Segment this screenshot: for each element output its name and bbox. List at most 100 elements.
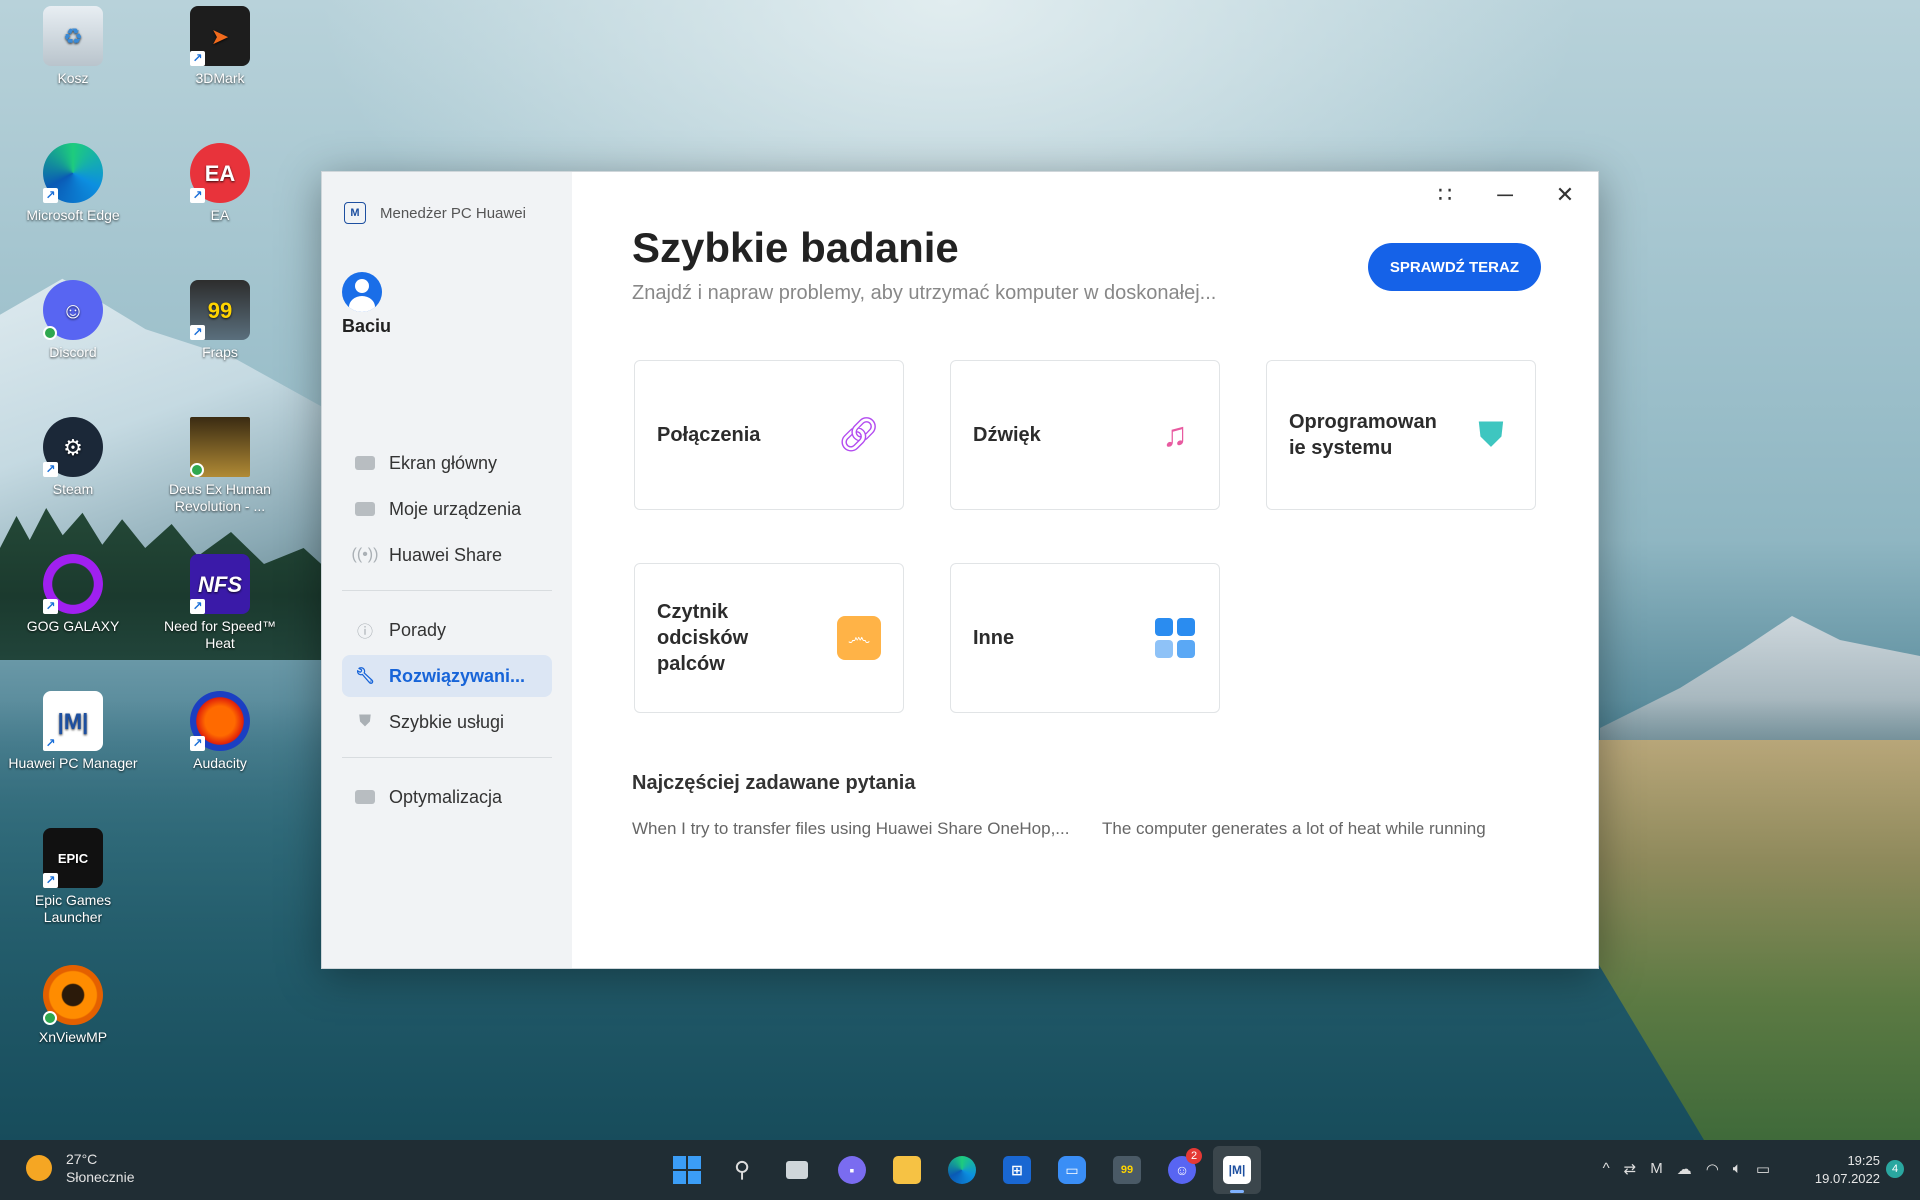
card-system-software[interactable]: Oprogramowan ie systemu ⛊ — [1266, 360, 1536, 510]
desktop-icon-fraps[interactable]: 99 ↗ Fraps — [154, 280, 286, 361]
desktop-icon-xnview[interactable]: XnViewMP — [7, 965, 139, 1046]
sidebar-item-optimization[interactable]: Optymalizacja — [342, 776, 552, 818]
message-icon: ▭ — [1058, 1156, 1086, 1184]
share-waves-icon: ((•)) — [351, 546, 379, 563]
desktop-icon-discord[interactable]: ☺ Discord — [7, 280, 139, 361]
desktop-icon-deus-ex[interactable]: Deus Ex Human Revolution - ... — [154, 417, 286, 515]
weather-desc: Słonecznie — [66, 1169, 135, 1185]
taskbar-apps: ⚲ ▪ ⊞ ▭ 99 ☺ 2 |M| — [663, 1146, 1261, 1194]
faq-link[interactable]: When I try to transfer files using Huawe… — [632, 819, 1069, 839]
desktop-icon-steam[interactable]: ⚙ ↗ Steam — [7, 417, 139, 498]
card-label: Czytnik odcisków palców — [657, 601, 749, 675]
nav-divider — [342, 757, 552, 758]
desktop-icon-gog[interactable]: ↗ GOG GALAXY — [7, 554, 139, 635]
wifi-icon[interactable]: ◠ — [1706, 1160, 1719, 1178]
gog-galaxy-icon: ↗ — [43, 554, 103, 614]
fraps-icon: 99 — [1113, 1156, 1141, 1184]
taskbar-task-view[interactable] — [773, 1146, 821, 1194]
cloud-icon[interactable]: ☁ — [1677, 1160, 1692, 1178]
taskbar-search[interactable]: ⚲ — [718, 1146, 766, 1194]
nav-main: Ekran główny Moje urządzenia ((•)) Huawe… — [342, 442, 552, 822]
sidebar-item-troubleshooting[interactable]: 🔧︎ Rozwiązywani... — [342, 655, 552, 697]
card-label: Dźwięk — [973, 424, 1041, 446]
desktop-icon-huawei-pc-manager[interactable]: |M| ↗ Huawei PC Manager — [7, 691, 139, 772]
minimize-button[interactable]: ─ — [1490, 182, 1520, 208]
card-sound[interactable]: Dźwięk ♫ — [950, 360, 1220, 510]
close-button[interactable]: ✕ — [1550, 182, 1580, 208]
sidebar-item-label: Moje urządzenia — [389, 498, 522, 519]
xnview-icon — [43, 965, 103, 1025]
taskbar-fraps[interactable]: 99 — [1103, 1146, 1151, 1194]
devices-icon — [355, 499, 375, 519]
card-label: Połączenia — [657, 424, 761, 446]
sidebar-item-label: Ekran główny — [389, 452, 498, 473]
notification-badge[interactable]: 4 — [1886, 1160, 1904, 1178]
faq-link[interactable]: The computer generates a lot of heat whi… — [1102, 819, 1486, 839]
desktop-icon-ea[interactable]: EA ↗ EA — [154, 143, 286, 224]
main-content: ∷ ─ ✕ Szybkie badanie Znajdź i napraw pr… — [572, 172, 1598, 968]
sidebar-item-label: Szybkie usługi — [389, 711, 505, 732]
clock[interactable]: 19:25 19.07.2022 — [1815, 1152, 1880, 1188]
grid-apps-icon — [1153, 616, 1197, 660]
desktop-icon-recycle-bin[interactable]: ♻ Kosz — [7, 6, 139, 87]
huawei-tray-icon[interactable]: M — [1650, 1160, 1663, 1178]
desktop-icon-label: GOG GALAXY — [26, 618, 120, 634]
chevron-up-icon[interactable]: ^ — [1603, 1160, 1610, 1178]
steam-icon: ⚙ ↗ — [43, 417, 103, 477]
card-other[interactable]: Inne — [950, 563, 1220, 713]
ea-icon: EA ↗ — [190, 143, 250, 203]
shield-check-icon: ⛊ — [1478, 415, 1504, 454]
sidebar-item-label: Rozwiązywani... — [389, 665, 526, 686]
taskbar-store[interactable]: ⊞ — [993, 1146, 1041, 1194]
battery-icon[interactable]: ▭ — [1756, 1160, 1770, 1178]
drag-handle-icon[interactable]: ∷ — [1430, 182, 1460, 208]
avatar[interactable] — [342, 272, 382, 312]
taskbar-explorer[interactable] — [883, 1146, 931, 1194]
desktop-icon-label: EA — [210, 207, 230, 223]
desktop-icon-label: XnViewMP — [38, 1029, 108, 1045]
username[interactable]: Baciu — [342, 316, 391, 337]
sliders-icon[interactable]: ⇄ — [1624, 1160, 1637, 1178]
sidebar-item-huawei-share[interactable]: ((•)) Huawei Share — [342, 534, 552, 576]
taskbar-app-blue[interactable]: ▭ — [1048, 1146, 1096, 1194]
desktop-icon-audacity[interactable]: ↗ Audacity — [154, 691, 286, 772]
audacity-icon: ↗ — [190, 691, 250, 751]
discord-badge: 2 — [1186, 1148, 1202, 1164]
desktop-icon-3dmark[interactable]: ➤ ↗ 3DMark — [154, 6, 286, 87]
desktop-icon-label: Microsoft Edge — [26, 207, 120, 223]
desktop-icon-edge[interactable]: ↗ Microsoft Edge — [7, 143, 139, 224]
desktop-icon-label: Discord — [49, 344, 97, 360]
taskbar-discord[interactable]: ☺ 2 — [1158, 1146, 1206, 1194]
search-icon: ⚲ — [733, 1157, 751, 1182]
desktop-icon-epic-games[interactable]: EPIC ↗ Epic Games Launcher — [7, 828, 139, 926]
wrench-icon: 🔧︎ — [354, 668, 376, 685]
start-button[interactable] — [663, 1146, 711, 1194]
taskbar-chat[interactable]: ▪ — [828, 1146, 876, 1194]
card-fingerprint-reader[interactable]: Czytnik odcisków palców ෴ — [634, 563, 904, 713]
nfs-icon: NFS ↗ — [190, 554, 250, 614]
check-now-button[interactable]: SPRAWDŹ TERAZ — [1367, 243, 1541, 291]
card-connections[interactable]: Połączenia 🔗︎ — [634, 360, 904, 510]
sidebar-item-my-devices[interactable]: Moje urządzenia — [342, 488, 552, 530]
sidebar-item-label: Porady — [389, 619, 447, 640]
desktop-icon-label: Need for Speed™ Heat — [163, 618, 277, 651]
store-icon: ⊞ — [1003, 1156, 1031, 1184]
app-title-text: Menedżer PC Huawei — [380, 204, 526, 222]
desktop-icon-label: Epic Games Launcher — [34, 892, 112, 925]
epic-games-icon: EPIC ↗ — [43, 828, 103, 888]
sidebar-item-home[interactable]: Ekran główny — [342, 442, 552, 484]
window-controls: ∷ ─ ✕ — [1430, 182, 1580, 208]
clock-date: 19.07.2022 — [1814, 1171, 1880, 1186]
sidebar-item-tips[interactable]: ⓘ Porady — [342, 609, 552, 651]
info-icon: ⓘ — [356, 624, 373, 641]
discord-icon: ☺ — [43, 280, 103, 340]
app-logo-icon: M — [344, 202, 366, 224]
sidebar-item-quick-services[interactable]: ⛊ Szybkie usługi — [342, 701, 552, 743]
desktop-icon-nfs[interactable]: NFS ↗ Need for Speed™ Heat — [154, 554, 286, 652]
volume-icon[interactable]: 🔈︎ — [1733, 1160, 1742, 1178]
taskbar-edge[interactable] — [938, 1146, 986, 1194]
desktop-icon-label: Audacity — [193, 755, 247, 771]
fraps-icon: 99 ↗ — [190, 280, 250, 340]
weather-widget[interactable]: 27°C Słonecznie — [26, 1150, 135, 1186]
taskbar-huawei-pc-manager[interactable]: |M| — [1213, 1146, 1261, 1194]
